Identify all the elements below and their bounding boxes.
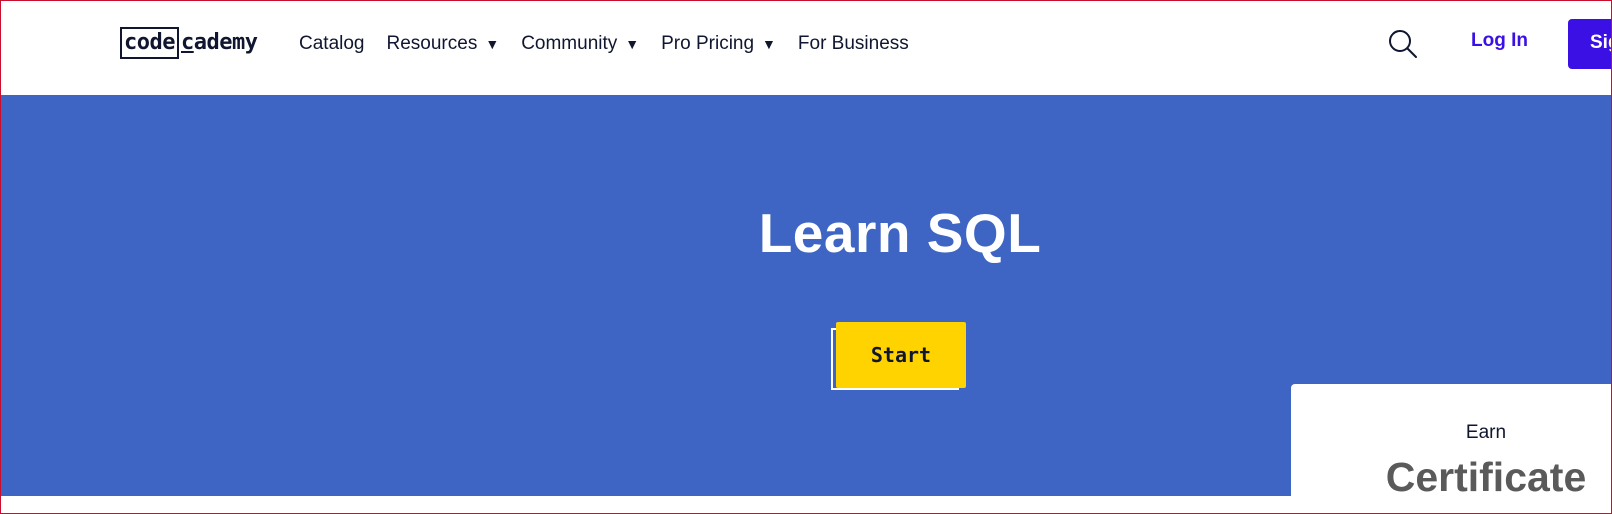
- nav-catalog[interactable]: Catalog: [299, 33, 365, 55]
- nav-pro-pricing-label: Pro Pricing: [661, 33, 755, 54]
- logo-rest-text: cademy: [180, 30, 258, 55]
- caret-down-icon: ▼: [485, 36, 500, 52]
- signup-button[interactable]: Sign Up: [1568, 19, 1612, 69]
- main-nav: Catalog Resources ▼ Community ▼ Pro Pric…: [299, 0, 931, 88]
- caret-down-icon: ▼: [762, 36, 776, 52]
- login-link[interactable]: Log In: [1471, 30, 1528, 52]
- codecademy-logo[interactable]: code cademy: [120, 26, 258, 60]
- logo-box-text: code: [120, 27, 179, 59]
- nav-for-business-label: For Business: [797, 33, 909, 54]
- nav-resources[interactable]: Resources ▼: [387, 33, 500, 55]
- nav-pro-pricing[interactable]: Pro Pricing ▼: [661, 33, 776, 55]
- caret-down-icon: ▼: [625, 36, 640, 52]
- nav-community[interactable]: Community ▼: [521, 33, 639, 55]
- nav-catalog-label: Catalog: [299, 33, 365, 54]
- search-icon[interactable]: [1387, 28, 1419, 60]
- nav-community-label: Community: [521, 33, 618, 54]
- course-title: Learn SQL: [758, 202, 1042, 264]
- nav-for-business[interactable]: For Business: [798, 33, 909, 55]
- site-header: code cademy Catalog Resources ▼ Communit…: [0, 0, 1612, 95]
- page-bottom-strip: [0, 496, 1291, 514]
- nav-resources-label: Resources: [386, 33, 478, 54]
- start-button[interactable]: Start: [836, 322, 966, 388]
- certificate-card: Earn Certificate: [1291, 384, 1612, 514]
- start-button-wrapper: Start: [831, 322, 966, 390]
- certificate-earn-label: Earn: [1465, 422, 1507, 443]
- certificate-title: Certificate: [1385, 454, 1587, 500]
